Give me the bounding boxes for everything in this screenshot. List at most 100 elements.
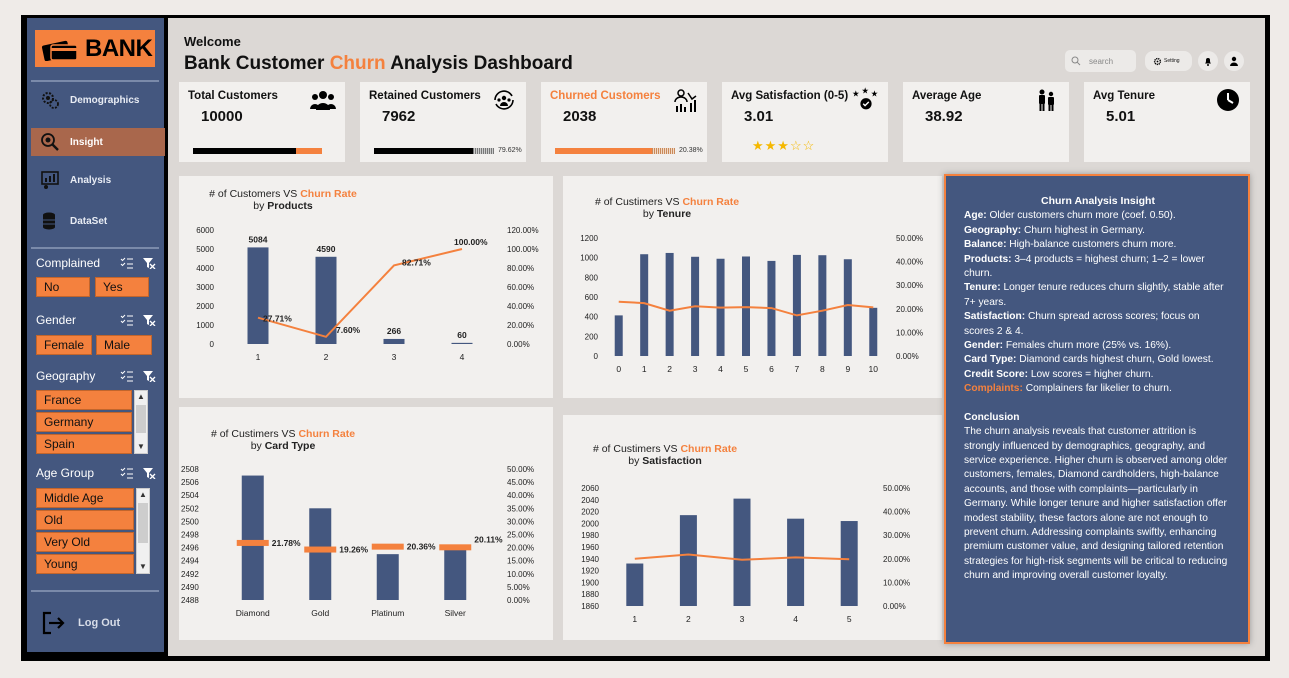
nav-item-analysis[interactable]: Analysis xyxy=(31,166,165,194)
filter-option-very-old[interactable]: Very Old xyxy=(36,532,134,552)
insight-key: Satisfaction: xyxy=(964,311,1026,323)
x-tick-label: 1 xyxy=(256,352,261,362)
insight-item: Credit Score: Low scores = higher churn. xyxy=(964,368,1232,382)
y2-tick-label: 30.00% xyxy=(896,281,923,290)
insight-value: Complainers far likelier to churn. xyxy=(1022,383,1172,395)
x-tick-label: 3 xyxy=(392,352,397,362)
logout-button[interactable]: Log Out xyxy=(39,609,120,637)
search-icon xyxy=(1071,56,1081,66)
y-tick-label: 1000 xyxy=(196,321,214,330)
multi-select-icon[interactable] xyxy=(120,257,134,269)
scroll-down-icon[interactable]: ▼ xyxy=(137,561,149,573)
bar xyxy=(792,254,801,356)
scroll-thumb[interactable] xyxy=(138,503,148,543)
insight-value: Older customers churn more (coef. 0.50). xyxy=(986,210,1176,222)
filter-option-germany[interactable]: Germany xyxy=(36,412,132,432)
clear-filter-icon[interactable] xyxy=(142,370,156,382)
title-part: Bank Customer xyxy=(184,53,330,74)
title-accent: Churn xyxy=(329,53,386,74)
kpi-label: Average Age xyxy=(912,90,982,102)
insight-list: Age: Older customers churn more (coef. 0… xyxy=(964,209,1232,382)
y-tick-label: 5000 xyxy=(196,245,214,254)
insight-key: Products: xyxy=(964,253,1012,265)
retained-users-icon xyxy=(490,86,518,114)
kpi-label: Avg Tenure xyxy=(1093,90,1155,102)
kpi-value: 7962 xyxy=(382,108,416,125)
title-text: # of Custimers VS xyxy=(594,196,683,208)
notification-button[interactable] xyxy=(1198,51,1218,71)
x-tick-label: 4 xyxy=(718,364,723,374)
svg-text:★: ★ xyxy=(871,88,879,98)
y2-tick-label: 80.00% xyxy=(507,264,534,273)
y-tick-label: 1980 xyxy=(581,531,599,540)
filter-option-young[interactable]: Young xyxy=(36,554,134,574)
bar xyxy=(383,338,405,344)
conclusion-text: The churn analysis reveals that customer… xyxy=(964,426,1228,582)
rating-stars-icon: ★ ★ ★ xyxy=(852,86,880,114)
kpi-value: 38.92 xyxy=(925,108,963,125)
nav-item-dataset[interactable]: DataSet xyxy=(31,207,165,235)
filter-geography-header: Geography xyxy=(36,369,156,383)
filter-option-no[interactable]: No xyxy=(36,277,90,297)
y2-tick-label: 100.00% xyxy=(507,245,539,254)
chart-title: # of Custimers VS Churn Rate by Tenure xyxy=(587,196,747,220)
filter-option-yes[interactable]: Yes xyxy=(95,277,149,297)
x-tick-label: Diamond xyxy=(236,608,270,618)
geography-scrollbar[interactable]: ▲ ▼ xyxy=(134,390,148,454)
line-label: 19.26% xyxy=(339,545,368,555)
setting-button[interactable]: Setting xyxy=(1145,51,1192,71)
sidebar: BANK Demographics Insight Analysis DataS… xyxy=(27,18,165,652)
search-input[interactable]: search xyxy=(1065,50,1136,72)
filter-option-france[interactable]: France xyxy=(36,390,132,410)
y-tick-label: 2000 xyxy=(196,302,214,311)
x-tick-label: 6 xyxy=(769,364,774,374)
multi-select-icon[interactable] xyxy=(120,314,134,326)
user-icon xyxy=(1230,56,1238,66)
scroll-down-icon[interactable]: ▼ xyxy=(135,441,147,453)
y2-tick-label: 40.00% xyxy=(896,258,923,267)
x-tick-label: 2 xyxy=(667,364,672,374)
clear-filter-icon[interactable] xyxy=(142,257,156,269)
bar-label: 60 xyxy=(457,330,467,340)
nav-item-insight[interactable]: Insight xyxy=(31,128,165,156)
y-tick-label: 2060 xyxy=(581,484,599,493)
profile-button[interactable] xyxy=(1224,51,1244,71)
clear-filter-icon[interactable] xyxy=(142,314,156,326)
clock-icon xyxy=(1214,86,1242,114)
multi-select-icon[interactable] xyxy=(120,370,134,382)
nav-label: Demographics xyxy=(70,94,140,106)
y-tick-label: 2500 xyxy=(181,517,199,526)
filter-complained-header: Complained xyxy=(36,256,156,270)
title-dim: Tenure xyxy=(656,208,692,220)
filter-option-male[interactable]: Male xyxy=(96,335,152,355)
bar xyxy=(787,518,805,606)
scroll-up-icon[interactable]: ▲ xyxy=(137,489,149,501)
y2-tick-label: 120.00% xyxy=(507,226,539,235)
kpi-percent: 79.62% xyxy=(498,147,522,154)
y-tick-label: 6000 xyxy=(196,226,214,235)
multi-select-icon[interactable] xyxy=(120,467,134,479)
filter-option-old[interactable]: Old xyxy=(36,510,134,530)
x-tick-label: 7 xyxy=(795,364,800,374)
filter-option-middle-age[interactable]: Middle Age xyxy=(36,488,134,508)
y2-tick-label: 30.00% xyxy=(883,531,910,540)
scroll-thumb[interactable] xyxy=(136,405,146,433)
age-group-scrollbar[interactable]: ▲ ▼ xyxy=(136,488,150,574)
filter-option-spain[interactable]: Spain xyxy=(36,434,132,454)
kpi-value: 2038 xyxy=(563,108,597,125)
x-tick-label: 4 xyxy=(793,614,798,624)
y2-tick-label: 0.00% xyxy=(507,340,530,349)
x-tick-label: 3 xyxy=(693,364,698,374)
title-accent: Churn Rate xyxy=(300,188,357,200)
y-tick-label: 2488 xyxy=(181,596,199,605)
scroll-up-icon[interactable]: ▲ xyxy=(135,391,147,403)
divider xyxy=(31,247,159,249)
clear-filter-icon[interactable] xyxy=(142,467,156,479)
line-marker xyxy=(236,539,269,546)
filter-option-female[interactable]: Female xyxy=(36,335,92,355)
x-tick-label: 8 xyxy=(820,364,825,374)
kpi-label: Total Customers xyxy=(188,90,278,102)
progress-rest xyxy=(652,148,675,154)
y-tick-label: 600 xyxy=(585,293,599,302)
nav-item-demographics[interactable]: Demographics xyxy=(31,86,165,114)
